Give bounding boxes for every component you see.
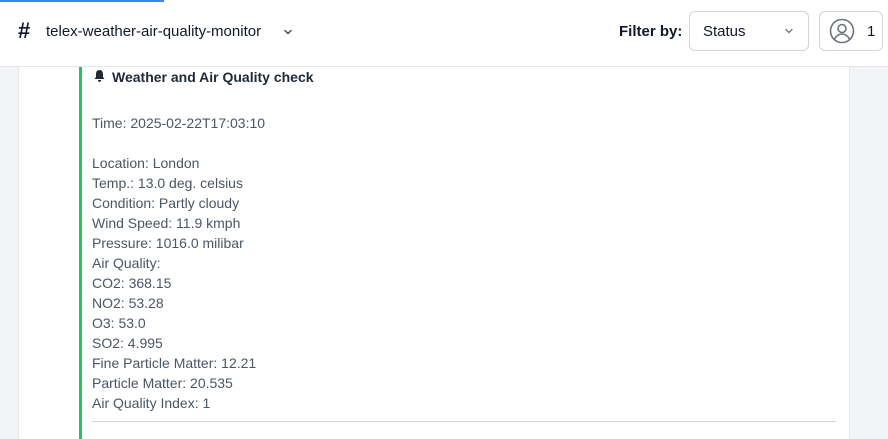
members-button[interactable]: 1 bbox=[819, 11, 883, 51]
chevron-down-icon bbox=[785, 28, 793, 34]
message-line: CO2: 368.15 bbox=[92, 275, 172, 291]
message-line: Condition: Partly cloudy bbox=[92, 195, 240, 211]
channel-name[interactable]: telex-weather-air-quality-monitor bbox=[46, 23, 261, 41]
message-spacer bbox=[92, 133, 832, 153]
status-select-value: Status bbox=[703, 23, 746, 40]
message-time: Time: 2025-02-22T17:03:10 bbox=[92, 115, 266, 131]
message-line: Location: London bbox=[92, 155, 200, 171]
filter-label: Filter by: bbox=[619, 23, 683, 40]
message-card: Weather and Air Quality check Time: 2025… bbox=[79, 67, 839, 439]
channel-header: # telex-weather-air-quality-monitor Filt… bbox=[0, 0, 888, 67]
message-line: Wind Speed: 11.9 kmph bbox=[92, 215, 241, 231]
message-line: Temp.: 13.0 deg. celsius bbox=[92, 175, 243, 191]
chevron-down-icon[interactable] bbox=[283, 27, 293, 37]
status-filter-select[interactable]: Status bbox=[689, 11, 809, 51]
message-line: Air Quality: bbox=[92, 255, 161, 271]
message-line: Pressure: 1016.0 milibar bbox=[92, 235, 244, 251]
message-divider bbox=[92, 421, 836, 422]
bell-icon bbox=[94, 70, 105, 82]
message-title: Weather and Air Quality check bbox=[112, 69, 314, 85]
member-count: 1 bbox=[867, 23, 876, 40]
message-line: Fine Particle Matter: 12.21 bbox=[92, 355, 257, 371]
user-circle-icon bbox=[829, 18, 855, 44]
message-line: Particle Matter: 20.535 bbox=[92, 375, 233, 391]
message-list[interactable]: Weather and Air Quality check Time: 2025… bbox=[0, 67, 888, 439]
message-line: Air Quality Index: 1 bbox=[92, 395, 211, 411]
message-body: Time: 2025-02-22T17:03:10 Location: Lond… bbox=[92, 113, 832, 413]
message-line: SO2: 4.995 bbox=[92, 335, 163, 351]
message-line: NO2: 53.28 bbox=[92, 295, 164, 311]
message-panel: Weather and Air Quality check Time: 2025… bbox=[18, 67, 850, 439]
message-line: O3: 53.0 bbox=[92, 315, 146, 331]
loading-bar bbox=[0, 0, 164, 2]
hash-icon: # bbox=[18, 18, 31, 43]
